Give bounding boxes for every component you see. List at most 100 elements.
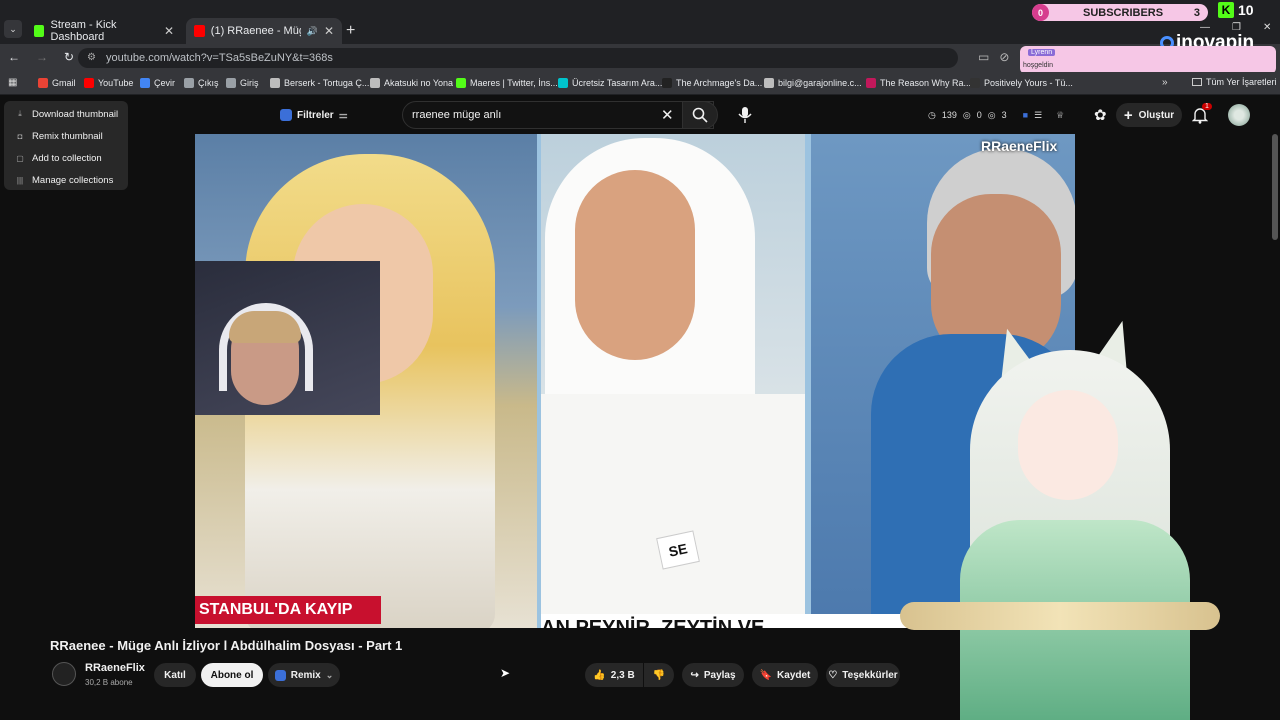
bookmark-favicon-icon — [456, 78, 466, 88]
chat-user-badge: Lyrenn — [1028, 49, 1056, 56]
tab-search-button[interactable]: ⌄ — [4, 20, 22, 38]
bookmark-label: Akatsuki no Yona — [384, 78, 454, 88]
site-info-icon[interactable]: ⚙ — [87, 52, 96, 63]
voice-search-button[interactable] — [732, 101, 758, 129]
bookmark-label: Maeres | Twitter, İns... — [470, 78, 558, 88]
new-tab-button[interactable]: + — [346, 22, 355, 40]
search-value: rraenee müge anlı — [412, 109, 502, 121]
bookmark-label: Ücretsiz Tasarım Ara... — [572, 78, 663, 88]
share-icon: ↪ — [690, 669, 699, 681]
kick-follower-counter: K 10 — [1218, 2, 1254, 18]
save-label: Kaydet — [777, 669, 811, 681]
bookmark-label: The Reason Why Ra... — [880, 78, 972, 88]
bookmark-favicon-icon — [84, 78, 94, 88]
tab-title: (1) RRaenee - Müge Anlı İz — [210, 25, 301, 37]
menu-item[interactable]: ▢ Add to collection — [4, 148, 128, 170]
list-icon[interactable]: ☰ — [1034, 110, 1042, 121]
bookmark-item[interactable]: Çevir — [140, 78, 175, 88]
subscribers-right-count: 3 — [1193, 6, 1200, 19]
bookmark-item[interactable]: The Reason Why Ra... — [866, 78, 971, 88]
channel-name[interactable]: RRaeneFlix — [85, 662, 145, 674]
address-bar[interactable]: ⚙ youtube.com/watch?v=TSa5sBeZuNY&t=368s — [78, 48, 958, 68]
reload-icon[interactable]: ↻ — [64, 50, 74, 64]
close-icon[interactable]: ✕ — [164, 24, 174, 38]
bookmark-item[interactable]: Positively Yours - Tü... — [970, 78, 1073, 88]
bookmark-favicon-icon — [38, 78, 48, 88]
bookmark-label: Çıkış — [198, 78, 219, 88]
thumbs-up-icon: 👍 — [593, 669, 606, 681]
bookmark-item[interactable]: Berserk - Tortuga Ç... — [270, 78, 369, 88]
heart-dollar-icon: ♡ — [828, 669, 838, 681]
thanks-button[interactable]: ♡ Teşekkürler — [826, 663, 900, 687]
notifications-button[interactable]: 1 — [1192, 103, 1212, 124]
bookmark-item[interactable]: Ücretsiz Tasarım Ara... — [558, 78, 662, 88]
menu-item-label: Remix thumbnail — [32, 130, 103, 142]
subscribe-label: Abone ol — [210, 669, 254, 681]
like-button[interactable]: 👍 2,3 B — [585, 663, 643, 687]
channel-avatar[interactable] — [52, 662, 76, 686]
close-icon[interactable]: ✕ — [324, 24, 334, 38]
stats-widget: ◷ 139 ◎ 0 ◎ 3 ■ ☰ ♕ — [928, 110, 1064, 121]
collections-icon: ||| — [16, 176, 24, 186]
forward-icon[interactable]: → — [36, 50, 48, 64]
menu-item-label: Download thumbnail — [32, 108, 119, 120]
close-window-icon[interactable]: ✕ — [1263, 22, 1271, 33]
bookmark-favicon-icon — [764, 78, 774, 88]
filters-button[interactable]: Filtreler ⚌ — [272, 103, 356, 127]
create-button[interactable]: + Oluştur — [1116, 103, 1182, 127]
bookmark-item[interactable]: bilgi@garajonline.c... — [764, 78, 862, 88]
speaker-icon[interactable]: 🔊 — [307, 26, 318, 37]
all-bookmarks-folder[interactable]: Tüm Yer İşaretleri — [1192, 77, 1277, 87]
search-input[interactable]: rraenee müge anlı ✕ — [402, 101, 714, 129]
trophy-icon[interactable]: ♕ — [1056, 110, 1064, 121]
clear-search-icon[interactable]: ✕ — [661, 106, 674, 124]
vtuber-face — [1018, 390, 1118, 500]
guest-face — [575, 170, 695, 360]
search-icon — [692, 107, 708, 123]
menu-item[interactable]: ◘ Remix thumbnail — [4, 125, 128, 147]
settings-gear-icon[interactable]: ✿ — [1094, 106, 1107, 124]
bookmark-item[interactable]: Akatsuki no Yona — [370, 78, 453, 88]
eye-off-icon[interactable]: ⊘ — [999, 50, 1009, 64]
save-button[interactable]: 🔖 Kaydet — [752, 663, 818, 687]
share-button[interactable]: ↪ Paylaş — [682, 663, 744, 687]
subscribers-label: SUBSCRIBERS — [1083, 6, 1164, 19]
back-icon[interactable]: ← — [8, 50, 20, 64]
subscribe-button[interactable]: Abone ol — [201, 663, 263, 687]
menu-item[interactable]: ||| Manage collections — [4, 170, 128, 192]
bookmark-item[interactable]: Giriş — [226, 78, 259, 88]
chat-message: hoşgeldin — [1023, 62, 1053, 69]
remix-button[interactable]: Remix ⌄ — [268, 663, 340, 687]
cast-icon[interactable]: ▭ — [978, 50, 989, 64]
bookmark-item[interactable]: Gmail — [38, 78, 76, 88]
bookmark-item[interactable]: Maeres | Twitter, İns... — [456, 78, 558, 88]
apps-icon[interactable]: ▦ — [8, 77, 17, 88]
join-button[interactable]: Katıl — [154, 663, 196, 687]
bookmark-favicon-icon — [226, 78, 236, 88]
channel-subscribers: 30,2 B abone — [85, 678, 133, 687]
tab-youtube-video[interactable]: (1) RRaenee - Müge Anlı İz 🔊 ✕ — [186, 18, 342, 44]
all-bookmarks-label: Tüm Yer İşaretleri — [1206, 77, 1277, 87]
dislike-button[interactable]: 👎 — [644, 663, 674, 687]
page-scrollbar[interactable] — [1272, 134, 1278, 240]
menu-item[interactable]: ⤓ Download thumbnail — [4, 103, 128, 125]
stat-value: 139 — [941, 110, 957, 120]
lower-third-left: STANBUL'DA KAYIP — [195, 596, 381, 624]
bookmark-label: YouTube — [98, 78, 134, 88]
bookmark-item[interactable]: YouTube — [84, 78, 133, 88]
tab-kick-dashboard[interactable]: Stream - Kick Dashboard ✕ — [26, 18, 182, 44]
download-icon: ⤓ — [18, 109, 22, 118]
bookmark-item[interactable]: The Archmage's Da... — [662, 78, 762, 88]
chevron-down-icon: ⌄ — [325, 669, 334, 680]
extension-square-icon[interactable]: ■ — [1023, 110, 1028, 121]
microphone-icon — [738, 107, 752, 123]
remix-logo-icon — [274, 669, 286, 681]
bookmark-label: Giriş — [240, 78, 259, 88]
bookmark-icon: 🔖 — [759, 669, 773, 681]
join-label: Katıl — [164, 669, 186, 681]
thanks-label: Teşekkürler — [842, 669, 898, 681]
avatar[interactable] — [1228, 104, 1250, 126]
more-bookmarks-icon[interactable]: » — [1162, 77, 1168, 88]
bookmark-item[interactable]: Çıkış — [184, 78, 219, 88]
search-button[interactable] — [682, 101, 718, 129]
